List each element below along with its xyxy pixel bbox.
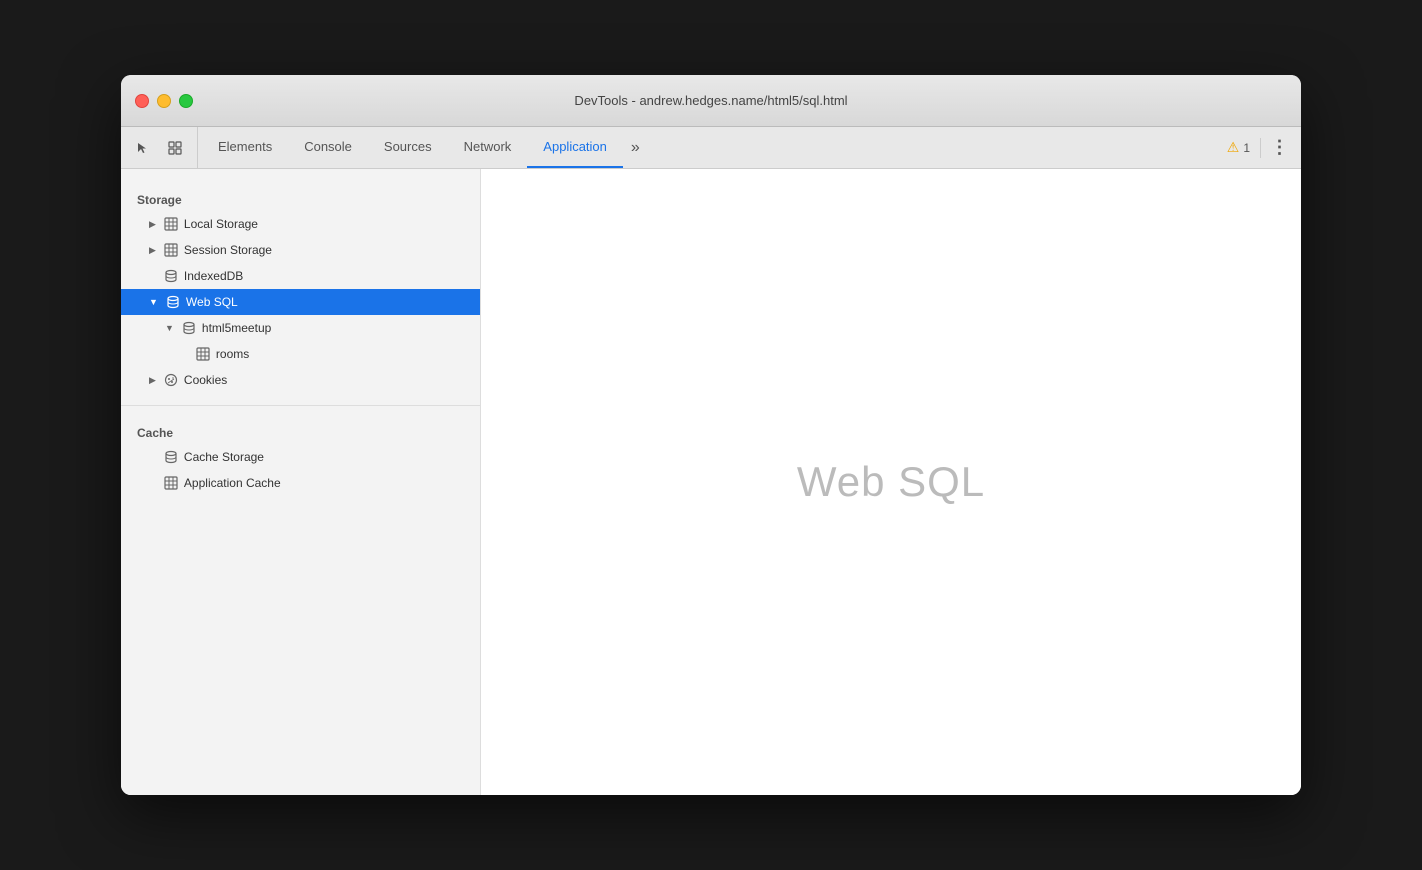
database-icon xyxy=(166,295,180,309)
sidebar-item-html5meetup[interactable]: ▼ html5meetup xyxy=(121,315,480,341)
content-panel: Web SQL xyxy=(481,169,1301,795)
main-content: Storage ▶ Local Storage ▶ xyxy=(121,169,1301,795)
divider xyxy=(1260,138,1261,158)
chevron-icon: ▶ xyxy=(149,375,156,386)
devtools-window: DevTools - andrew.hedges.name/html5/sql.… xyxy=(121,75,1301,795)
cursor-icon-button[interactable] xyxy=(129,134,157,162)
sidebar: Storage ▶ Local Storage ▶ xyxy=(121,169,481,795)
database-icon xyxy=(164,269,178,283)
tabbar-right: ⚠ 1 ⋮ xyxy=(1221,127,1301,168)
more-menu-button[interactable]: ⋮ xyxy=(1265,134,1293,162)
window-title: DevTools - andrew.hedges.name/html5/sql.… xyxy=(574,93,847,108)
sidebar-item-web-sql[interactable]: ▼ Web SQL xyxy=(121,289,480,315)
tab-overflow-button[interactable]: » xyxy=(623,127,648,168)
cache-section-label: Cache xyxy=(121,418,480,444)
tab-sources[interactable]: Sources xyxy=(368,127,448,168)
database-icon xyxy=(182,321,196,335)
sidebar-divider xyxy=(121,405,480,406)
minimize-button[interactable] xyxy=(157,94,171,108)
sidebar-item-local-storage[interactable]: ▶ Local Storage xyxy=(121,211,480,237)
table-icon xyxy=(164,217,178,231)
sidebar-item-cookies[interactable]: ▶ Cookies xyxy=(121,367,480,393)
toolbar-icons xyxy=(129,127,198,168)
chevron-icon: ▼ xyxy=(165,323,174,333)
tabbar: Elements Console Sources Network Applica… xyxy=(121,127,1301,169)
chevron-icon: ▶ xyxy=(149,245,156,256)
table-icon xyxy=(164,243,178,257)
tab-console[interactable]: Console xyxy=(288,127,368,168)
sidebar-item-cache-storage[interactable]: ▶ Cache Storage xyxy=(121,444,480,470)
titlebar: DevTools - andrew.hedges.name/html5/sql.… xyxy=(121,75,1301,127)
chevron-icon: ▶ xyxy=(149,219,156,230)
traffic-lights xyxy=(135,94,193,108)
table-icon xyxy=(164,476,178,490)
chevron-icon: ▼ xyxy=(149,297,158,307)
table-icon xyxy=(196,347,210,361)
sidebar-item-application-cache[interactable]: ▶ Application Cache xyxy=(121,470,480,496)
tab-application[interactable]: Application xyxy=(527,127,623,168)
tab-elements[interactable]: Elements xyxy=(202,127,288,168)
inspect-icon-button[interactable] xyxy=(161,134,189,162)
warning-badge[interactable]: ⚠ 1 xyxy=(1221,137,1256,158)
sidebar-item-session-storage[interactable]: ▶ Session Storage xyxy=(121,237,480,263)
cookie-icon xyxy=(164,373,178,387)
content-watermark: Web SQL xyxy=(797,458,985,506)
sidebar-item-indexeddb[interactable]: ▶ IndexedDB xyxy=(121,263,480,289)
warning-icon: ⚠ xyxy=(1227,139,1240,156)
storage-section-label: Storage xyxy=(121,185,480,211)
close-button[interactable] xyxy=(135,94,149,108)
maximize-button[interactable] xyxy=(179,94,193,108)
tab-network[interactable]: Network xyxy=(448,127,528,168)
sidebar-item-rooms[interactable]: ▶ rooms xyxy=(121,341,480,367)
database-icon xyxy=(164,450,178,464)
